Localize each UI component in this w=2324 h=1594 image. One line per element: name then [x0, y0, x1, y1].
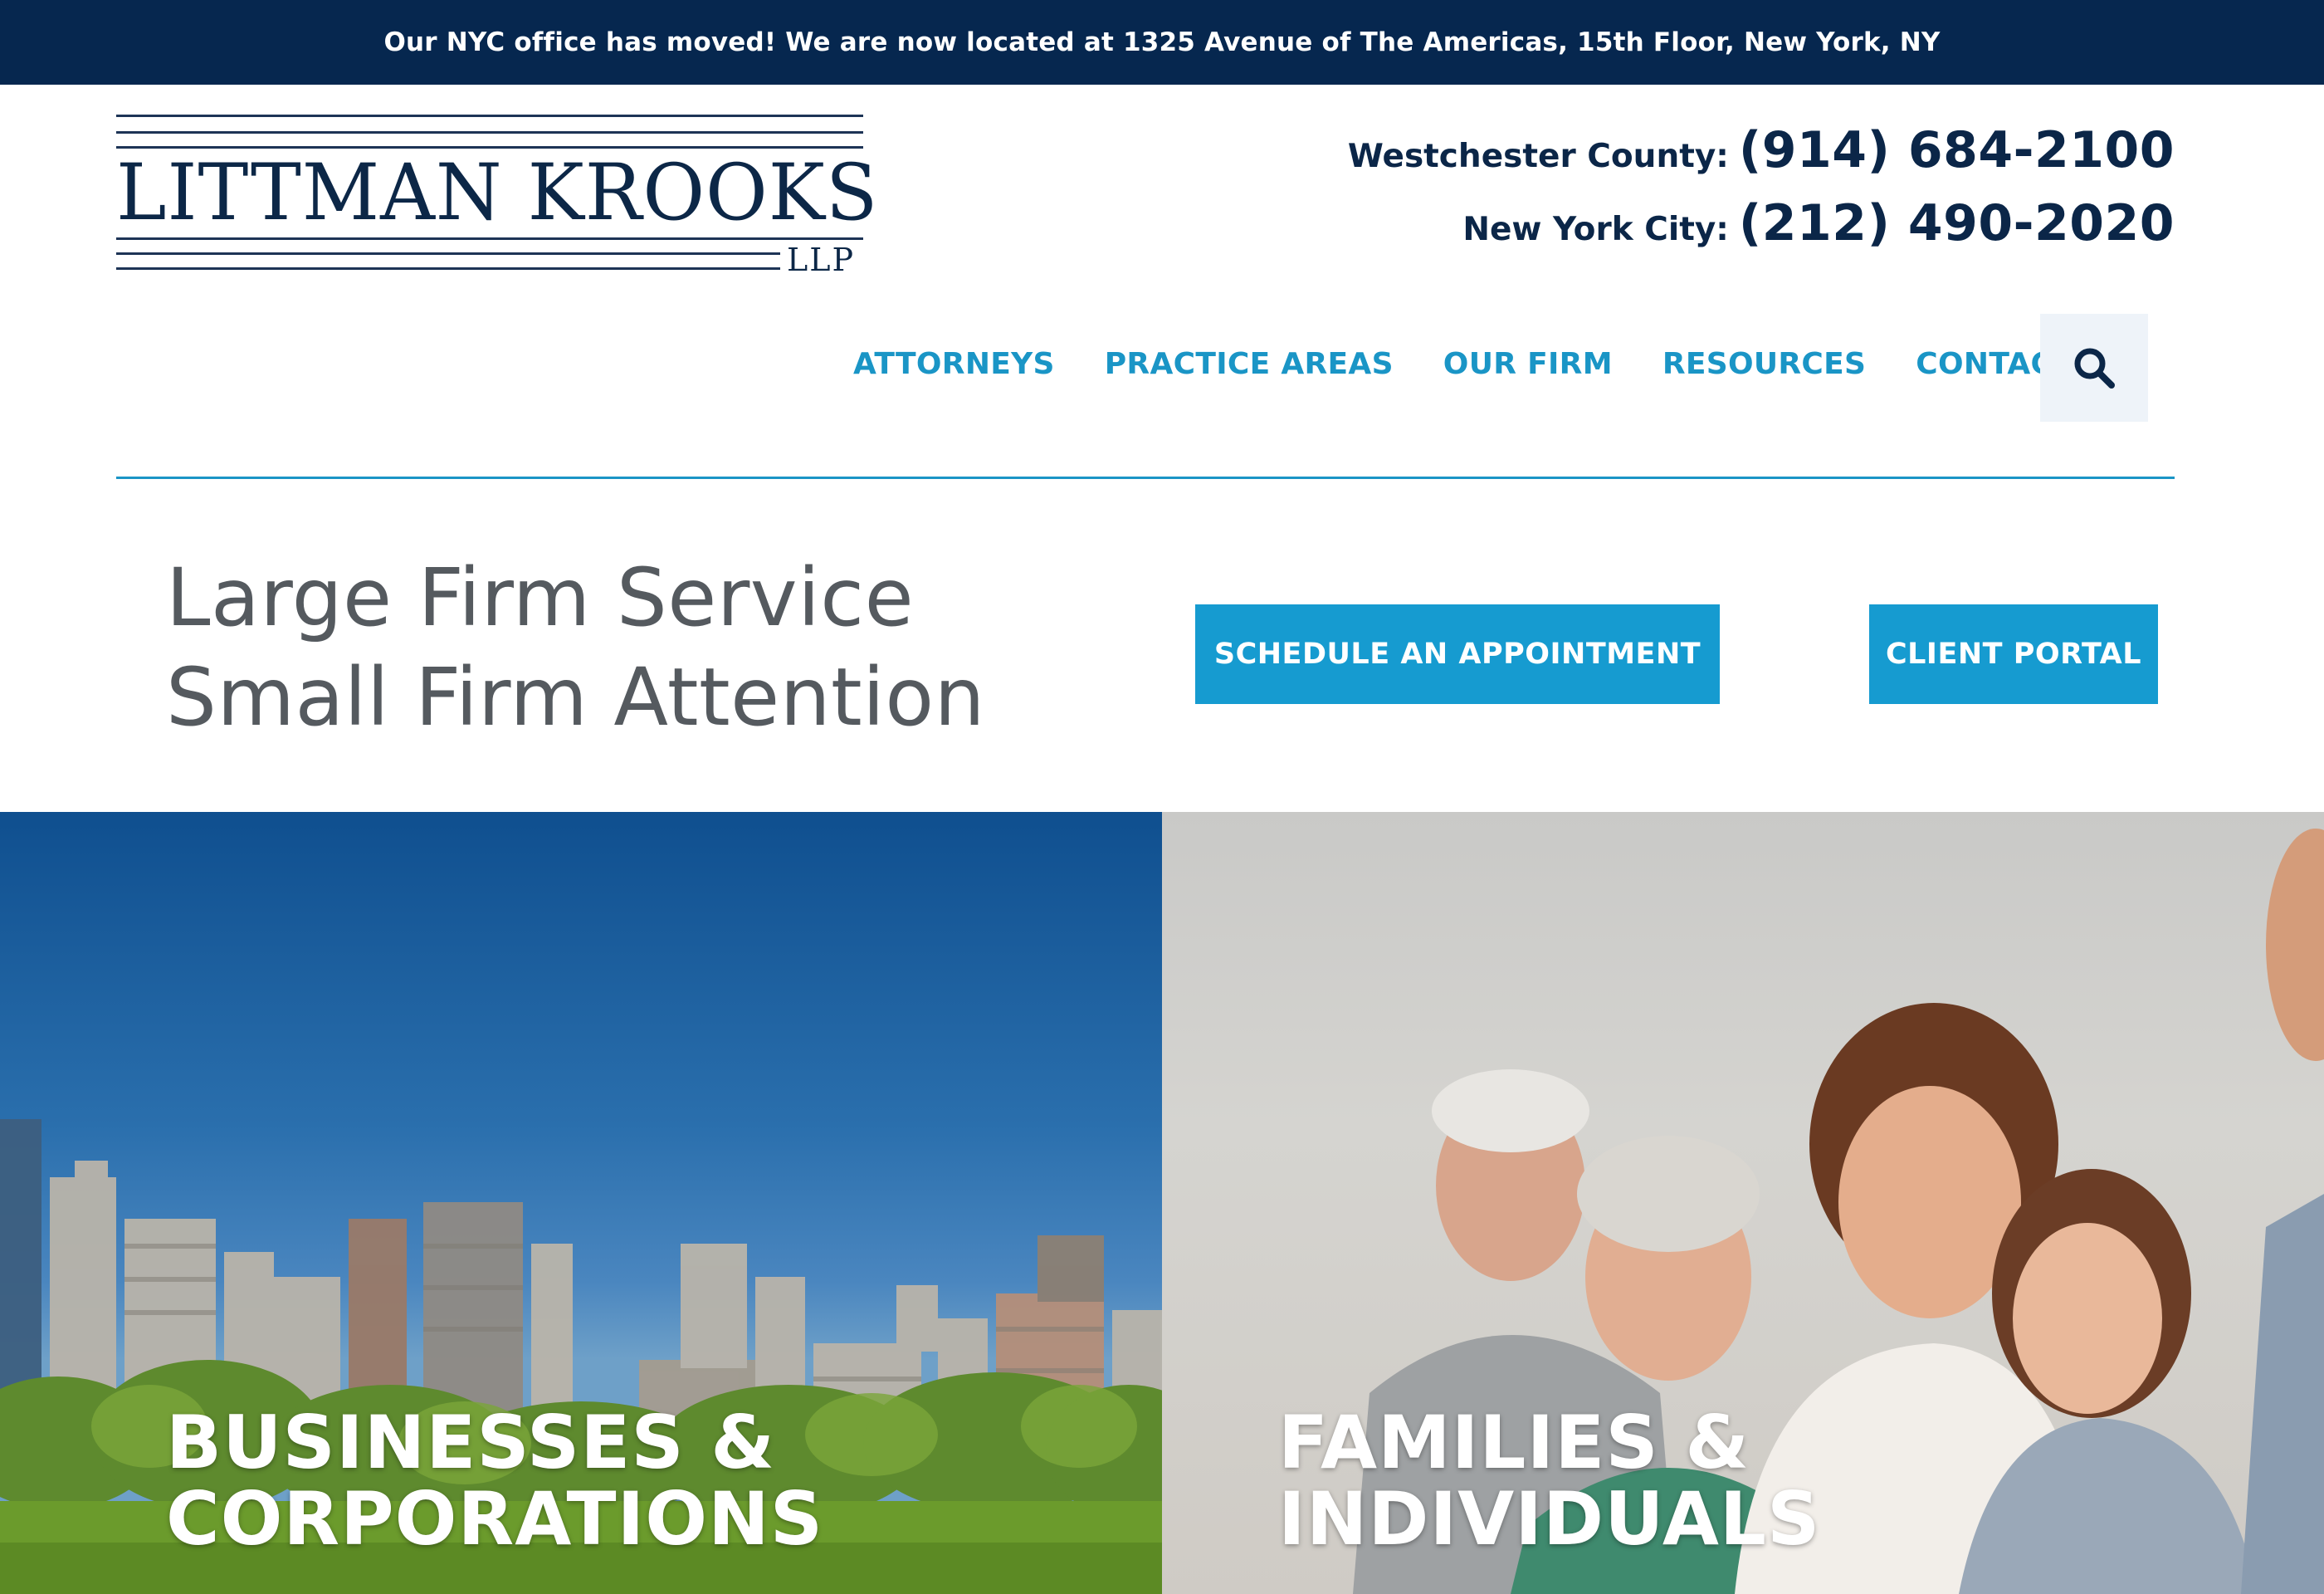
client-portal-button[interactable]: CLIENT PORTAL: [1869, 604, 2158, 704]
phone-label: New York City:: [1462, 211, 1729, 248]
logo-suffix: LLP: [787, 242, 856, 278]
main-nav: ATTORNEYS PRACTICE AREAS OUR FIRM RESOUR…: [853, 347, 2131, 381]
nav-item-resources[interactable]: RESOURCES: [1662, 347, 1866, 381]
families-title: FAMILIES & INDIVIDUALS: [1278, 1405, 1820, 1557]
nav-item-practice-areas[interactable]: PRACTICE AREAS: [1105, 347, 1394, 381]
search-button[interactable]: [2040, 314, 2148, 422]
tagline: Large Firm Service Small Firm Attention: [166, 548, 985, 747]
nav-item-our-firm[interactable]: OUR FIRM: [1443, 347, 1613, 381]
site-logo[interactable]: LITTMAN KROOKS LLP: [116, 113, 879, 279]
businesses-title: BUSINESSES & CORPORATIONS: [166, 1405, 823, 1557]
schedule-appointment-button[interactable]: SCHEDULE AN APPOINTMENT: [1195, 604, 1720, 704]
businesses-title-line-1: BUSINESSES &: [166, 1400, 776, 1485]
phone-westchester: Westchester County: (914) 684-2100: [1348, 121, 2175, 194]
families-title-line-2: INDIVIDUALS: [1278, 1476, 1821, 1562]
tagline-line-1: Large Firm Service: [166, 551, 915, 644]
businesses-title-line-2: CORPORATIONS: [166, 1476, 824, 1562]
logo-wordmark: LITTMAN KROOKS: [116, 148, 879, 238]
logo-rule: [116, 237, 863, 240]
phone-nyc: New York City: (212) 490-2020: [1348, 194, 2175, 267]
header-divider: [116, 477, 2175, 479]
nav-item-attorneys[interactable]: ATTORNEYS: [853, 347, 1055, 381]
logo-rule: [116, 131, 863, 134]
phone-numbers: Westchester County: (914) 684-2100 New Y…: [1348, 121, 2175, 267]
announcement-text: Our NYC office has moved! We are now loc…: [383, 27, 1941, 57]
businesses-panel[interactable]: BUSINESSES & CORPORATIONS: [0, 812, 1162, 1594]
logo-rule: [116, 115, 863, 117]
phone-number-link[interactable]: (914) 684-2100: [1739, 121, 2175, 179]
logo-rule: [116, 252, 780, 255]
search-icon: [2074, 348, 2115, 389]
tagline-line-2: Small Firm Attention: [166, 651, 985, 744]
announcement-bar: Our NYC office has moved! We are now loc…: [0, 0, 2324, 85]
families-panel[interactable]: FAMILIES & INDIVIDUALS: [1162, 812, 2324, 1594]
phone-label: Westchester County:: [1347, 138, 1729, 175]
phone-number-link[interactable]: (212) 490-2020: [1739, 194, 2175, 252]
families-title-line-1: FAMILIES &: [1278, 1400, 1750, 1485]
logo-rule: [116, 267, 780, 270]
